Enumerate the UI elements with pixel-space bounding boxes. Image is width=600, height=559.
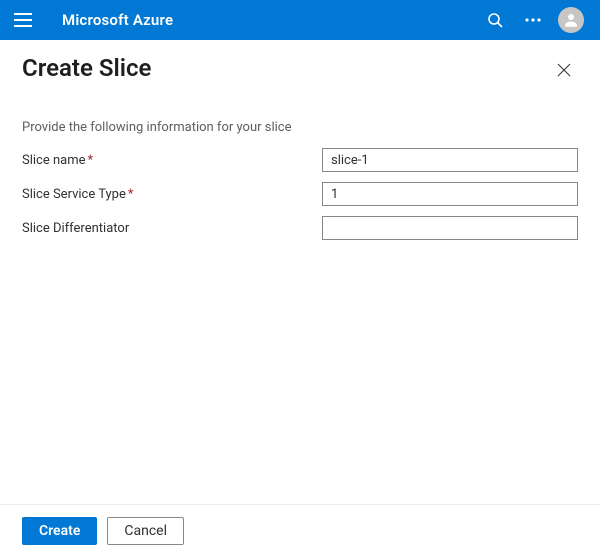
service-type-input[interactable] xyxy=(322,182,578,206)
form-intro: Provide the following information for yo… xyxy=(22,120,578,135)
differentiator-input[interactable] xyxy=(322,216,578,240)
required-indicator: * xyxy=(88,153,94,168)
blade-header: Create Slice xyxy=(0,40,600,84)
brand-label: Microsoft Azure xyxy=(62,11,173,29)
azure-topbar: Microsoft Azure xyxy=(0,0,600,40)
close-icon[interactable] xyxy=(550,56,578,84)
search-icon[interactable] xyxy=(476,0,514,40)
differentiator-label: Slice Differentiator xyxy=(22,221,322,236)
field-row-slice-name: Slice name* xyxy=(22,145,578,175)
page-title: Create Slice xyxy=(22,54,550,83)
more-icon[interactable] xyxy=(514,0,552,40)
required-indicator: * xyxy=(128,187,134,202)
field-row-service-type: Slice Service Type* xyxy=(22,179,578,209)
field-row-differentiator: Slice Differentiator xyxy=(22,213,578,243)
service-type-label: Slice Service Type* xyxy=(22,187,322,202)
slice-name-label: Slice name* xyxy=(22,153,322,168)
footer: Create Cancel xyxy=(0,504,600,559)
create-button[interactable]: Create xyxy=(22,517,97,545)
slice-name-input[interactable] xyxy=(322,148,578,172)
account-avatar[interactable] xyxy=(552,0,590,40)
cancel-button[interactable]: Cancel xyxy=(107,517,184,545)
avatar-icon xyxy=(558,7,584,33)
form-area: Provide the following information for yo… xyxy=(0,84,600,504)
menu-icon[interactable] xyxy=(14,11,32,29)
